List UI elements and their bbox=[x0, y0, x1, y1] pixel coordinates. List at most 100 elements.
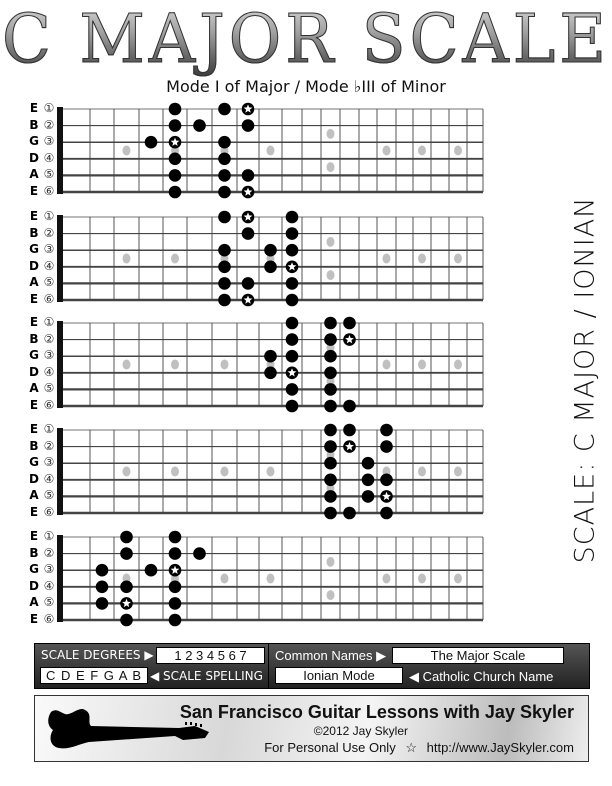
inlay-dot bbox=[171, 253, 179, 264]
inlay-dot bbox=[418, 145, 426, 156]
inlay-dot bbox=[418, 253, 426, 264]
scale-note bbox=[380, 440, 393, 453]
inlay-dot bbox=[122, 466, 131, 477]
inlay-dot bbox=[122, 145, 131, 156]
scale-note bbox=[218, 293, 231, 307]
star-icon: ☆ bbox=[405, 740, 417, 755]
scale-note bbox=[241, 277, 255, 290]
fretboard-svg bbox=[57, 316, 484, 413]
scale-note bbox=[193, 547, 206, 560]
scale-note bbox=[218, 135, 231, 149]
scale-note bbox=[324, 366, 337, 380]
scale-note bbox=[120, 547, 133, 560]
common-name-value: The Major Scale bbox=[392, 647, 564, 664]
inlay-dot bbox=[454, 466, 462, 477]
scale-note bbox=[324, 423, 337, 437]
inlay-dot bbox=[454, 253, 462, 264]
inlay-dot bbox=[454, 359, 462, 370]
inlay-dot bbox=[418, 573, 426, 584]
inlay-dot bbox=[454, 573, 462, 584]
scale-note bbox=[168, 119, 182, 132]
scale-note bbox=[218, 260, 231, 274]
church-name-value: Ionian Mode bbox=[275, 667, 403, 684]
scale-note bbox=[120, 530, 133, 544]
scale-note bbox=[343, 316, 356, 330]
scale-note bbox=[380, 506, 393, 520]
inlay-dot bbox=[326, 270, 335, 281]
scale-note bbox=[241, 227, 255, 240]
inlay-dot bbox=[382, 359, 391, 370]
scale-note bbox=[120, 613, 133, 627]
scale-spelling-label: ◀ SCALE SPELLING bbox=[150, 669, 263, 683]
scale-note bbox=[168, 547, 182, 560]
scale-note bbox=[168, 152, 182, 166]
scale-note bbox=[144, 135, 158, 149]
inlay-dot bbox=[171, 359, 179, 370]
inlay-dot bbox=[382, 253, 391, 264]
scale-note bbox=[95, 563, 109, 577]
scale-note bbox=[218, 277, 231, 290]
fretboard-svg bbox=[57, 102, 484, 199]
divider bbox=[268, 644, 269, 688]
scale-note bbox=[324, 333, 337, 346]
common-names-label: Common Names ▶ bbox=[275, 648, 387, 663]
nut bbox=[57, 321, 63, 408]
scale-note bbox=[285, 316, 299, 330]
scale-note bbox=[285, 277, 299, 290]
scale-note bbox=[218, 152, 231, 166]
inlay-dot bbox=[382, 573, 391, 584]
scale-note bbox=[343, 399, 356, 413]
footer-heading: San Francisco Guitar Lessons with Jay Sk… bbox=[179, 702, 574, 722]
scale-note bbox=[168, 185, 182, 199]
scale-note bbox=[193, 119, 206, 132]
scale-note bbox=[343, 506, 356, 520]
footer-banner: San Francisco Guitar Lessons with Jay Sk… bbox=[34, 695, 589, 762]
footer-copyright: ©2012 Jay Skyler bbox=[313, 724, 408, 738]
page-title: C MAJOR SCALE bbox=[0, 2, 612, 79]
scale-note bbox=[324, 456, 337, 470]
scale-note bbox=[168, 580, 182, 594]
inlay-dot bbox=[418, 359, 426, 370]
inlay-dot bbox=[326, 590, 335, 601]
inlay-dot bbox=[326, 236, 335, 247]
scale-degrees-label: SCALE DEGREES ▶ bbox=[41, 648, 154, 662]
scale-vertical-label: SCALE: C MAJOR / IONIAN bbox=[569, 196, 601, 564]
fretboard-pattern-4: E①B②G③D④A⑤E⑥ bbox=[0, 420, 500, 520]
fretboard-pattern-5: E①B②G③D④A⑤E⑥ bbox=[0, 527, 500, 627]
footer-url-link[interactable]: http://www.JaySkyler.com bbox=[427, 740, 574, 755]
inlay-dot bbox=[326, 128, 335, 139]
scale-note bbox=[218, 102, 231, 116]
scale-note bbox=[95, 597, 109, 610]
scale-note bbox=[343, 423, 356, 437]
church-name-label: ◀ Catholic Church Name bbox=[409, 669, 554, 684]
scale-note bbox=[285, 293, 299, 307]
scale-note bbox=[264, 260, 277, 274]
scale-note bbox=[361, 473, 375, 487]
inlay-dot bbox=[266, 145, 275, 156]
footer-usage: For Personal Use Only bbox=[264, 740, 396, 755]
fretboard-svg bbox=[57, 530, 484, 627]
nut bbox=[57, 215, 63, 302]
inlay-dot bbox=[454, 145, 462, 156]
inlay-dot bbox=[382, 145, 391, 156]
scale-note bbox=[218, 243, 231, 257]
inlay-dot bbox=[266, 466, 275, 477]
scale-note bbox=[361, 456, 375, 470]
scale-note bbox=[285, 227, 299, 240]
inlay-dot bbox=[122, 253, 131, 264]
fretboard-pattern-1: E①B②G③D④A⑤E⑥ bbox=[0, 99, 500, 199]
scale-note bbox=[285, 333, 299, 346]
scale-note bbox=[168, 169, 182, 182]
scale-note bbox=[324, 440, 337, 453]
scale-note bbox=[285, 349, 299, 363]
fretboard-pattern-3: E①B②G③D④A⑤E⑥ bbox=[0, 313, 500, 413]
scale-note bbox=[324, 506, 337, 520]
inlay-dot bbox=[220, 359, 229, 370]
scale-note bbox=[285, 383, 299, 396]
inlay-dot bbox=[326, 162, 335, 173]
nut bbox=[57, 107, 63, 194]
scale-note bbox=[324, 349, 337, 363]
scale-note bbox=[218, 185, 231, 199]
scale-note bbox=[218, 169, 231, 182]
scale-note bbox=[168, 530, 182, 544]
